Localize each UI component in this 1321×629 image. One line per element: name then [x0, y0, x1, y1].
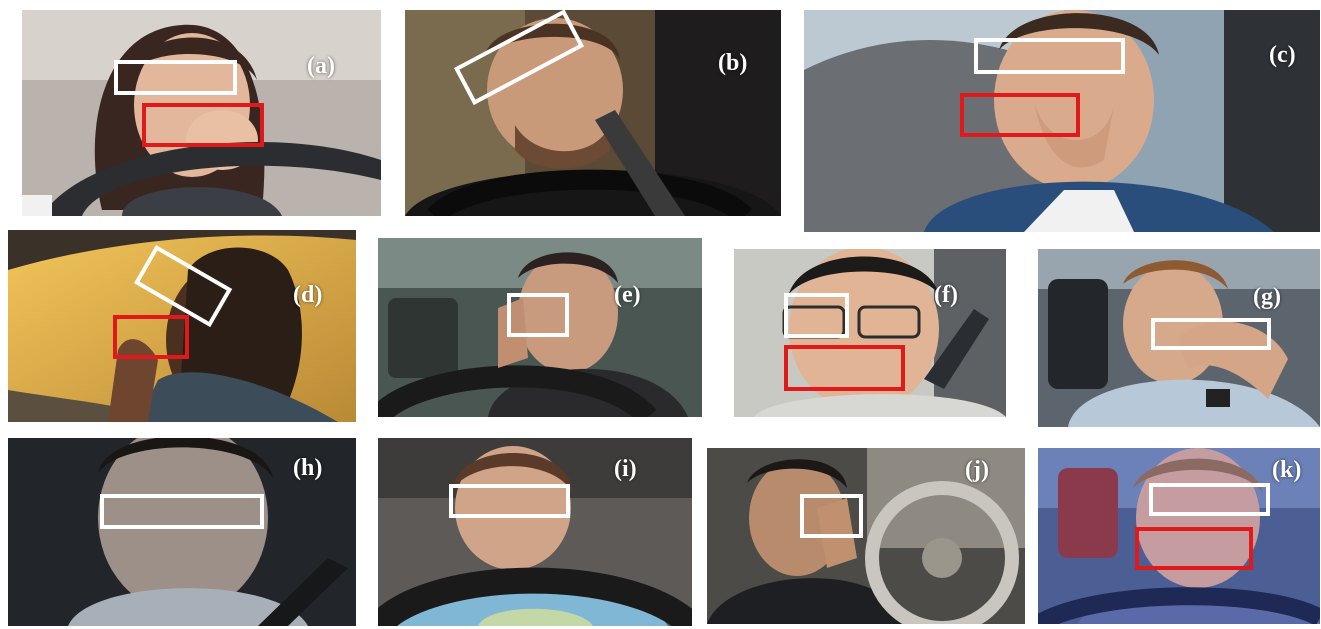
panel-label: (b) — [718, 50, 748, 76]
photo-f — [734, 249, 1006, 417]
mouth-region-box — [1135, 527, 1253, 570]
panel-label: (g) — [1253, 284, 1281, 310]
eye-region-box — [100, 494, 264, 529]
photo-panel-b: (b) — [405, 10, 781, 216]
photo-panel-k: (k) — [1038, 448, 1320, 624]
eye-region-box — [784, 293, 849, 338]
eye-region-box — [1151, 318, 1271, 350]
eye-region-box — [507, 293, 569, 337]
eye-region-box — [449, 484, 570, 518]
photo-i — [378, 438, 692, 626]
photo-panel-e: (e) — [378, 238, 702, 417]
panel-label: (e) — [614, 282, 641, 308]
eye-region-box — [800, 494, 863, 538]
panel-label: (j) — [965, 457, 989, 483]
mouth-region-box — [960, 93, 1080, 137]
panel-label: (c) — [1269, 42, 1296, 68]
photo-b — [405, 10, 781, 216]
mouth-region-box — [113, 315, 189, 359]
panel-label: (i) — [614, 456, 637, 482]
mouth-region-box — [784, 345, 905, 391]
photo-panel-g: (g) — [1038, 249, 1320, 427]
panel-label: (a) — [307, 53, 335, 79]
panel-label: (f) — [934, 282, 958, 308]
photo-panel-h: (h) — [8, 438, 356, 626]
photo-panel-i: (i) — [378, 438, 692, 626]
eye-region-box — [114, 60, 237, 95]
photo-panel-f: (f) — [734, 249, 1006, 417]
photo-panel-c: (c) — [804, 10, 1320, 232]
eye-region-box — [974, 38, 1125, 74]
eye-region-box — [1149, 483, 1270, 516]
photo-panel-a: (a) — [22, 10, 381, 216]
photo-panel-j: (j) — [707, 448, 1025, 624]
panel-label: (h) — [293, 455, 323, 481]
mouth-region-box — [142, 103, 264, 147]
panel-label: (d) — [293, 282, 323, 308]
panel-label: (k) — [1272, 457, 1302, 483]
photo-panel-d: (d) — [8, 230, 356, 422]
